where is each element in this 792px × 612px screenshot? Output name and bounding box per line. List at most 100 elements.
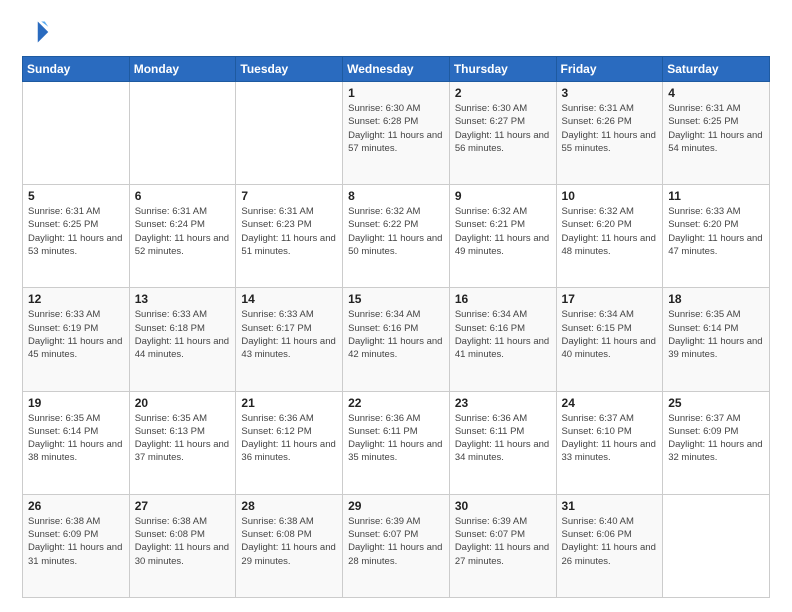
day-cell: 3 Sunrise: 6:31 AMSunset: 6:26 PMDaylight… <box>556 82 663 185</box>
day-info: Sunrise: 6:35 AMSunset: 6:14 PMDaylight:… <box>668 308 764 361</box>
day-info: Sunrise: 6:33 AMSunset: 6:19 PMDaylight:… <box>28 308 124 361</box>
day-info: Sunrise: 6:31 AMSunset: 6:25 PMDaylight:… <box>28 205 124 258</box>
weekday-header-thursday: Thursday <box>449 57 556 82</box>
day-info: Sunrise: 6:35 AMSunset: 6:14 PMDaylight:… <box>28 412 124 465</box>
day-cell: 7Sunrise: 6:31 AMSunset: 6:23 PMDaylight… <box>236 185 343 288</box>
day-number: 10 <box>562 189 658 203</box>
week-row-2: 5Sunrise: 6:31 AMSunset: 6:25 PMDaylight… <box>23 185 770 288</box>
day-info: Sunrise: 6:35 AMSunset: 6:13 PMDaylight:… <box>135 412 231 465</box>
day-cell <box>23 82 130 185</box>
day-number: 8 <box>348 189 444 203</box>
day-cell: 26Sunrise: 6:38 AMSunset: 6:09 PMDayligh… <box>23 494 130 597</box>
day-number: 23 <box>455 396 551 410</box>
day-info: Sunrise: 6:40 AMSunset: 6:06 PMDaylight:… <box>562 515 658 568</box>
logo <box>22 18 54 46</box>
weekday-header-tuesday: Tuesday <box>236 57 343 82</box>
day-number: 7 <box>241 189 337 203</box>
day-number: 14 <box>241 292 337 306</box>
day-cell: 10 Sunrise: 6:32 AMSunset: 6:20 PMDayligh… <box>556 185 663 288</box>
weekday-header-row: SundayMondayTuesdayWednesdayThursdayFrid… <box>23 57 770 82</box>
day-cell: 27Sunrise: 6:38 AMSunset: 6:08 PMDayligh… <box>129 494 236 597</box>
day-number: 3 <box>562 86 658 100</box>
page: SundayMondayTuesdayWednesdayThursdayFrid… <box>0 0 792 612</box>
day-number: 21 <box>241 396 337 410</box>
day-number: 6 <box>135 189 231 203</box>
day-cell: 11 Sunrise: 6:33 AMSunset: 6:20 PMDayligh… <box>663 185 770 288</box>
day-number: 17 <box>562 292 658 306</box>
day-cell: 20 Sunrise: 6:35 AMSunset: 6:13 PMDayligh… <box>129 391 236 494</box>
day-info: Sunrise: 6:36 AMSunset: 6:12 PMDaylight:… <box>241 412 337 465</box>
day-number: 2 <box>455 86 551 100</box>
day-cell: 13 Sunrise: 6:33 AMSunset: 6:18 PMDayligh… <box>129 288 236 391</box>
day-info: Sunrise: 6:37 AMSunset: 6:09 PMDaylight:… <box>668 412 764 465</box>
day-number: 16 <box>455 292 551 306</box>
day-info: Sunrise: 6:39 AMSunset: 6:07 PMDaylight:… <box>348 515 444 568</box>
day-number: 9 <box>455 189 551 203</box>
day-cell: 4 Sunrise: 6:31 AMSunset: 6:25 PMDaylight… <box>663 82 770 185</box>
day-cell: 17 Sunrise: 6:34 AMSunset: 6:15 PMDayligh… <box>556 288 663 391</box>
day-cell: 28 Sunrise: 6:38 AMSunset: 6:08 PMDayligh… <box>236 494 343 597</box>
day-info: Sunrise: 6:31 AMSunset: 6:25 PMDaylight:… <box>668 102 764 155</box>
day-info: Sunrise: 6:31 AMSunset: 6:26 PMDaylight:… <box>562 102 658 155</box>
week-row-3: 12 Sunrise: 6:33 AMSunset: 6:19 PMDayligh… <box>23 288 770 391</box>
day-number: 24 <box>562 396 658 410</box>
day-info: Sunrise: 6:38 AMSunset: 6:08 PMDaylight:… <box>241 515 337 568</box>
weekday-header-sunday: Sunday <box>23 57 130 82</box>
day-info: Sunrise: 6:33 AMSunset: 6:17 PMDaylight:… <box>241 308 337 361</box>
day-cell <box>129 82 236 185</box>
header <box>22 18 770 46</box>
logo-icon <box>22 18 50 46</box>
day-cell: 21 Sunrise: 6:36 AMSunset: 6:12 PMDayligh… <box>236 391 343 494</box>
day-number: 18 <box>668 292 764 306</box>
day-cell: 30Sunrise: 6:39 AMSunset: 6:07 PMDayligh… <box>449 494 556 597</box>
day-cell: 29 Sunrise: 6:39 AMSunset: 6:07 PMDayligh… <box>343 494 450 597</box>
day-number: 11 <box>668 189 764 203</box>
day-info: Sunrise: 6:33 AMSunset: 6:18 PMDaylight:… <box>135 308 231 361</box>
day-cell: 14 Sunrise: 6:33 AMSunset: 6:17 PMDayligh… <box>236 288 343 391</box>
day-cell: 18 Sunrise: 6:35 AMSunset: 6:14 PMDayligh… <box>663 288 770 391</box>
day-number: 4 <box>668 86 764 100</box>
day-number: 19 <box>28 396 124 410</box>
day-number: 1 <box>348 86 444 100</box>
day-cell <box>236 82 343 185</box>
day-info: Sunrise: 6:32 AMSunset: 6:21 PMDaylight:… <box>455 205 551 258</box>
day-number: 20 <box>135 396 231 410</box>
day-cell: 19 Sunrise: 6:35 AMSunset: 6:14 PMDayligh… <box>23 391 130 494</box>
day-cell: 1 Sunrise: 6:30 AMSunset: 6:28 PMDaylight… <box>343 82 450 185</box>
weekday-header-saturday: Saturday <box>663 57 770 82</box>
day-number: 22 <box>348 396 444 410</box>
day-cell: 23Sunrise: 6:36 AMSunset: 6:11 PMDayligh… <box>449 391 556 494</box>
day-info: Sunrise: 6:32 AMSunset: 6:20 PMDaylight:… <box>562 205 658 258</box>
weekday-header-monday: Monday <box>129 57 236 82</box>
day-info: Sunrise: 6:38 AMSunset: 6:09 PMDaylight:… <box>28 515 124 568</box>
day-cell <box>663 494 770 597</box>
day-number: 29 <box>348 499 444 513</box>
weekday-header-friday: Friday <box>556 57 663 82</box>
day-cell: 6 Sunrise: 6:31 AMSunset: 6:24 PMDaylight… <box>129 185 236 288</box>
day-info: Sunrise: 6:37 AMSunset: 6:10 PMDaylight:… <box>562 412 658 465</box>
day-cell: 5Sunrise: 6:31 AMSunset: 6:25 PMDaylight… <box>23 185 130 288</box>
day-number: 15 <box>348 292 444 306</box>
day-info: Sunrise: 6:36 AMSunset: 6:11 PMDaylight:… <box>348 412 444 465</box>
day-number: 27 <box>135 499 231 513</box>
day-info: Sunrise: 6:34 AMSunset: 6:16 PMDaylight:… <box>455 308 551 361</box>
day-cell: 2 Sunrise: 6:30 AMSunset: 6:27 PMDaylight… <box>449 82 556 185</box>
day-info: Sunrise: 6:30 AMSunset: 6:27 PMDaylight:… <box>455 102 551 155</box>
day-info: Sunrise: 6:33 AMSunset: 6:20 PMDaylight:… <box>668 205 764 258</box>
day-number: 12 <box>28 292 124 306</box>
calendar: SundayMondayTuesdayWednesdayThursdayFrid… <box>22 56 770 598</box>
day-cell: 15Sunrise: 6:34 AMSunset: 6:16 PMDayligh… <box>343 288 450 391</box>
day-info: Sunrise: 6:34 AMSunset: 6:15 PMDaylight:… <box>562 308 658 361</box>
day-cell: 31 Sunrise: 6:40 AMSunset: 6:06 PMDayligh… <box>556 494 663 597</box>
week-row-5: 26Sunrise: 6:38 AMSunset: 6:09 PMDayligh… <box>23 494 770 597</box>
day-info: Sunrise: 6:30 AMSunset: 6:28 PMDaylight:… <box>348 102 444 155</box>
day-number: 13 <box>135 292 231 306</box>
day-number: 31 <box>562 499 658 513</box>
weekday-header-wednesday: Wednesday <box>343 57 450 82</box>
day-cell: 25 Sunrise: 6:37 AMSunset: 6:09 PMDayligh… <box>663 391 770 494</box>
day-info: Sunrise: 6:32 AMSunset: 6:22 PMDaylight:… <box>348 205 444 258</box>
day-number: 25 <box>668 396 764 410</box>
day-number: 28 <box>241 499 337 513</box>
day-info: Sunrise: 6:31 AMSunset: 6:24 PMDaylight:… <box>135 205 231 258</box>
week-row-4: 19 Sunrise: 6:35 AMSunset: 6:14 PMDayligh… <box>23 391 770 494</box>
